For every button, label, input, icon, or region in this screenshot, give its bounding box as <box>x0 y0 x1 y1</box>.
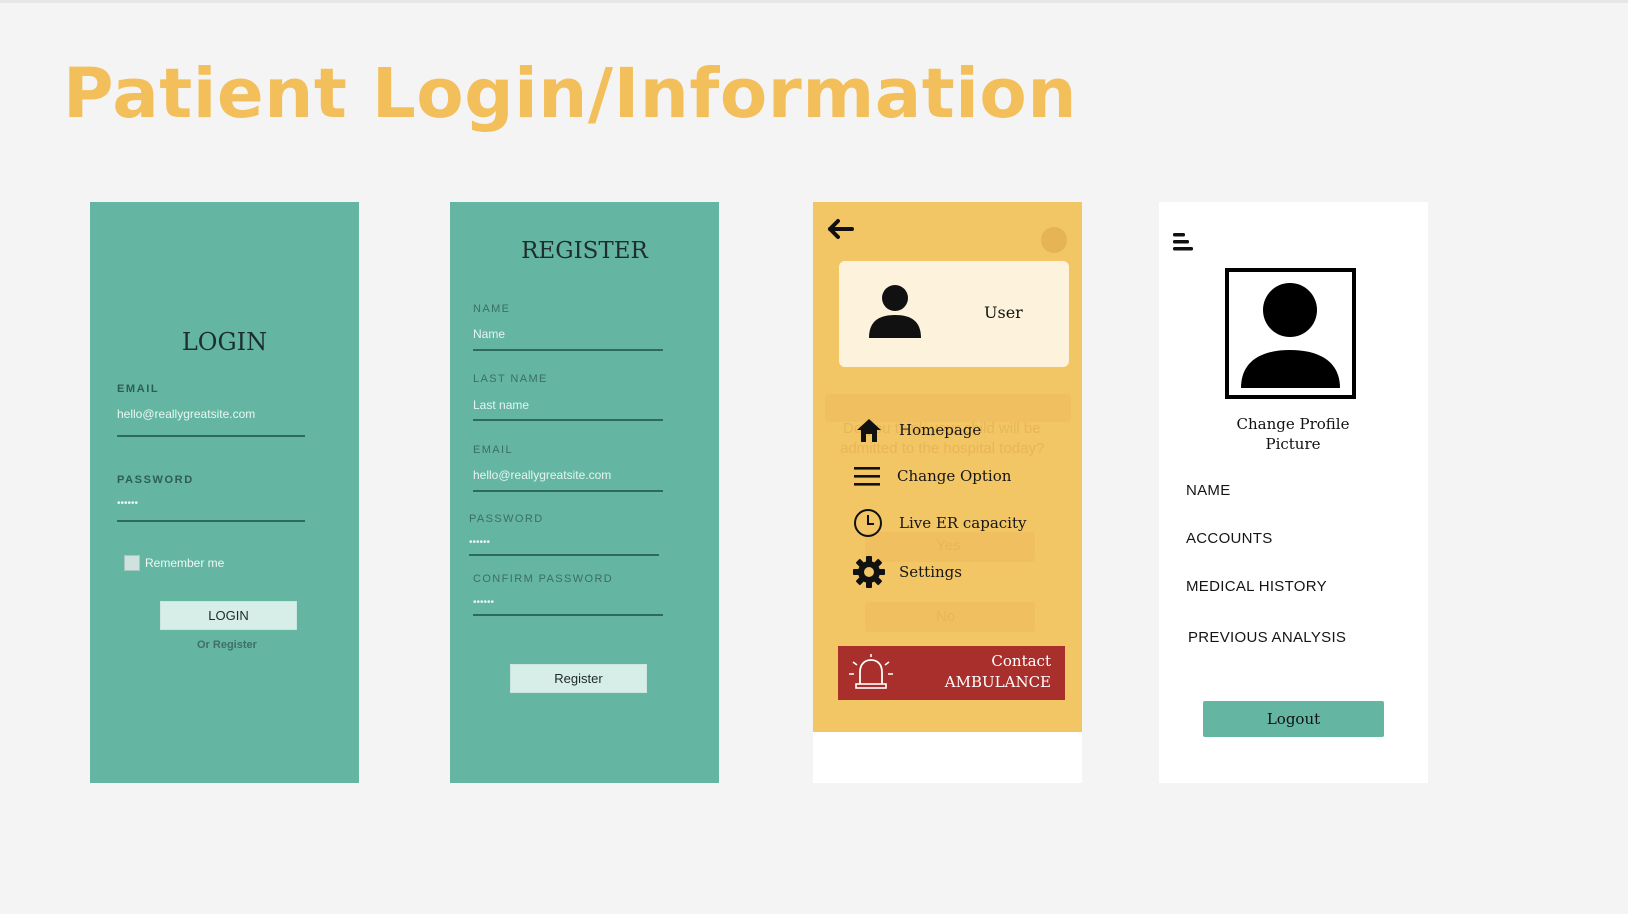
page-title: Patient Login/Information <box>63 54 1077 134</box>
register-title: REGISTER <box>521 238 648 264</box>
name-label: NAME <box>473 303 511 315</box>
profile-item-medical-history[interactable]: MEDICAL HISTORY <box>1186 578 1327 595</box>
user-card[interactable]: User <box>839 261 1069 367</box>
profile-avatar-icon <box>1241 283 1340 388</box>
name-underline <box>473 349 663 351</box>
back-arrow-icon[interactable] <box>827 218 855 240</box>
register-password-field[interactable]: •••••• <box>469 537 490 548</box>
password-field[interactable]: •••••• <box>117 498 138 509</box>
profile-picture[interactable] <box>1225 268 1356 399</box>
register-email-underline <box>473 490 663 492</box>
register-button[interactable]: Register <box>510 664 647 693</box>
register-password-underline <box>469 554 659 556</box>
register-password-label: PASSWORD <box>469 513 544 525</box>
login-title: LOGIN <box>181 328 268 356</box>
last-name-underline <box>473 419 663 421</box>
menu-item-label: Change Option <box>897 467 1012 485</box>
last-name-label: LAST NAME <box>473 373 548 385</box>
logout-button[interactable]: Logout <box>1203 701 1384 737</box>
menu-item-live-er-capacity[interactable]: Live ER capacity <box>853 507 1073 539</box>
password-underline <box>117 520 305 522</box>
ambulance-line-1: Contact <box>991 652 1051 670</box>
register-email-field[interactable]: hello@reallygreatsite.com <box>473 468 611 482</box>
siren-icon <box>849 654 893 689</box>
user-label: User <box>984 303 1023 322</box>
ghost-yes: Yes <box>936 537 961 554</box>
email-underline <box>117 435 305 437</box>
account-avatar-icon[interactable] <box>1041 227 1067 253</box>
menu-screen: Do you think your child will be admitted… <box>813 202 1082 783</box>
ghost-no: No <box>936 608 956 625</box>
name-field[interactable]: Name <box>473 327 505 341</box>
menu-item-label: Settings <box>899 563 962 581</box>
hamburger-menu-icon[interactable] <box>1173 233 1195 253</box>
remember-me-checkbox[interactable] <box>124 555 140 571</box>
confirm-password-label: CONFIRM PASSWORD <box>473 573 614 585</box>
confirm-password-field[interactable]: •••••• <box>473 597 494 608</box>
password-label: PASSWORD <box>117 474 194 486</box>
menu-item-change-option[interactable]: Change Option <box>853 460 1073 492</box>
ambulance-line-2: AMBULANCE <box>944 673 1051 691</box>
login-screen: LOGIN EMAIL hello@reallygreatsite.com PA… <box>90 202 359 783</box>
menu-lines-icon <box>854 467 880 486</box>
remember-me-label: Remember me <box>145 556 225 570</box>
profile-screen: Change Profile Picture NAME ACCOUNTS MED… <box>1159 202 1428 783</box>
email-field[interactable]: hello@reallygreatsite.com <box>117 407 255 421</box>
menu-item-label: Live ER capacity <box>899 514 1027 532</box>
register-email-label: EMAIL <box>473 444 514 456</box>
profile-item-name[interactable]: NAME <box>1186 482 1231 499</box>
menu-item-settings[interactable]: Settings <box>853 556 1073 588</box>
contact-ambulance-button[interactable]: Contact AMBULANCE <box>838 646 1065 700</box>
email-label: EMAIL <box>117 383 160 395</box>
last-name-field[interactable]: Last name <box>473 398 529 412</box>
gear-icon <box>853 556 885 588</box>
register-link[interactable]: Or Register <box>197 639 257 651</box>
top-divider <box>0 0 1628 3</box>
confirm-password-underline <box>473 614 663 616</box>
menu-item-label: Homepage <box>899 421 982 439</box>
register-screen: REGISTER NAME Name LAST NAME Last name E… <box>450 202 719 783</box>
user-avatar-icon <box>869 285 921 338</box>
home-icon <box>857 419 881 442</box>
menu-item-homepage[interactable]: Homepage <box>853 414 1073 446</box>
clock-icon <box>854 509 882 537</box>
profile-item-previous-analysis[interactable]: PREVIOUS ANALYSIS <box>1188 629 1346 646</box>
profile-item-accounts[interactable]: ACCOUNTS <box>1186 530 1273 547</box>
change-profile-picture-link[interactable]: Change Profile Picture <box>1233 414 1353 454</box>
login-button[interactable]: LOGIN <box>160 601 297 630</box>
